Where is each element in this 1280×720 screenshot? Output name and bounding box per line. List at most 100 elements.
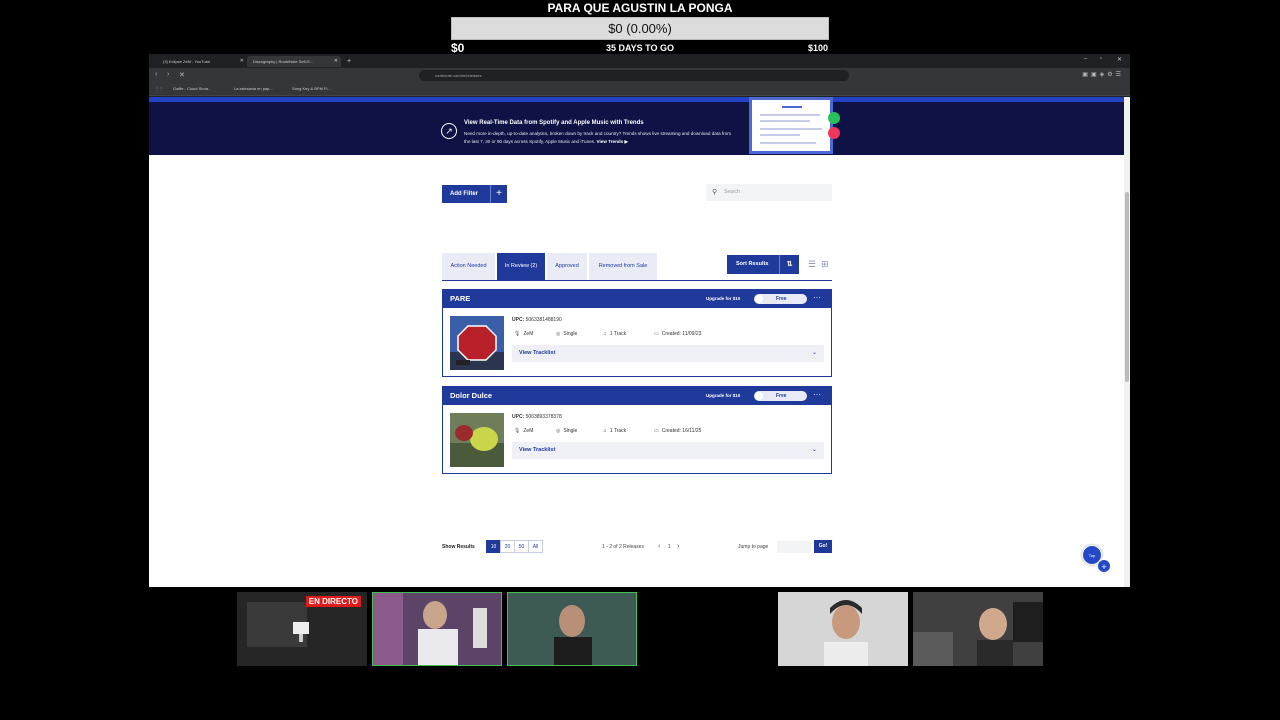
add-filter-label: Add Filter <box>450 191 478 197</box>
grid-view-icon[interactable]: ⊞ <box>821 259 829 270</box>
close-window-icon[interactable]: ✕ <box>1117 56 1122 63</box>
more-options-icon[interactable]: ··· <box>813 290 821 306</box>
goal-days-left: 35 DAYS TO GO <box>605 43 675 53</box>
webcam-image <box>508 593 636 665</box>
current-page[interactable]: 1 <box>668 540 671 554</box>
next-page-icon[interactable]: › <box>677 540 679 554</box>
plan-label: Free <box>776 296 787 302</box>
apple-music-icon <box>828 127 840 139</box>
minimize-icon[interactable]: – <box>1084 56 1087 62</box>
tab-label: Discography | RouteNote Self-S... <box>253 59 313 64</box>
back-icon[interactable]: ‹ <box>155 71 157 78</box>
close-icon[interactable]: ✕ <box>334 56 338 67</box>
artist-name: ZeM <box>523 331 534 337</box>
upc-line: UPC: 5063381488190 <box>512 317 562 323</box>
toggle-knob <box>755 295 763 303</box>
type-meta: ◎ Single <box>556 331 577 337</box>
disc-icon: ◎ <box>556 428 561 434</box>
extension-icons[interactable]: ▣▣◈⚙☰ <box>1082 71 1124 78</box>
new-tab-button[interactable]: + <box>341 56 355 67</box>
microphone-icon: 🎙 <box>514 428 521 434</box>
plan-toggle[interactable]: Free <box>754 294 807 304</box>
created-date: Created: 11/09/23 <box>661 331 702 337</box>
go-button[interactable]: Go! <box>814 540 832 553</box>
artist-meta: 🎙 ZeM <box>514 331 533 337</box>
track-count: 1 Track <box>609 331 627 337</box>
upc-value: 5063893378378 <box>525 414 562 420</box>
webcam-feed <box>778 592 908 666</box>
stop-icon[interactable]: ✕ <box>179 71 185 79</box>
disc-icon: ◎ <box>556 331 561 337</box>
view-tracklist-accordion[interactable]: View Tracklist ⌄ <box>512 442 824 459</box>
scroll-thumb[interactable] <box>1125 192 1129 382</box>
browser-toolbar: ‹ › ✕ routenote.com/rn/releases ▣▣◈⚙☰ <box>149 68 1130 84</box>
tab-youtube[interactable]: (3) Eclipse ZeM - YouTube ✕ <box>157 56 247 67</box>
goal-progress-bar: $0 (0.00%) <box>451 17 829 40</box>
sort-results-button[interactable]: Sort Results ⇅ <box>727 255 799 274</box>
search-input[interactable]: ⚲ Search <box>706 184 832 201</box>
release-title[interactable]: PARE <box>450 290 470 308</box>
search-icon: ⚲ <box>712 189 718 196</box>
webcam-image <box>373 593 501 665</box>
bookmarks-bar: ⋮⋮ Gofile - Cloud Stora... La artesania … <box>149 84 1130 96</box>
upc-label: UPC: <box>512 414 525 420</box>
tab-approved[interactable]: Approved <box>547 253 587 280</box>
release-cover-art <box>450 316 504 370</box>
artist-meta: 🎙 ZeM <box>514 428 533 434</box>
tab-in-review[interactable]: In Review (2) <box>497 253 545 280</box>
jump-to-page-input[interactable] <box>777 541 811 553</box>
search-placeholder: Search <box>724 189 740 195</box>
apps-icon[interactable]: ⋮⋮ <box>155 86 163 91</box>
prev-page-icon[interactable]: ‹ <box>658 540 660 554</box>
webcam-feed <box>372 592 502 666</box>
add-filter-button[interactable]: Add Filter + <box>442 185 507 203</box>
microphone-icon: 🎙 <box>514 331 521 337</box>
tab-removed-from-sale[interactable]: Removed from Sale <box>589 253 657 280</box>
bookmark-item[interactable]: Song Key & BPM Fi... <box>292 86 331 91</box>
plan-label: Free <box>776 393 787 399</box>
release-type: Single <box>563 331 578 337</box>
close-icon[interactable]: ✕ <box>240 56 244 67</box>
release-card-header: Dolor Dulce Upgrade for $10 Free ··· <box>443 387 831 405</box>
maximize-icon[interactable]: ▫ <box>1100 56 1102 62</box>
music-note-icon: ♫ <box>603 428 607 434</box>
stream-goal-title: PARA QUE AGUSTIN LA PONGA <box>547 1 733 15</box>
tab-strip: (3) Eclipse ZeM - YouTube ✕ Discography |… <box>149 54 1130 68</box>
page-size-20[interactable]: 20 <box>500 540 515 553</box>
forward-icon[interactable]: › <box>167 71 169 78</box>
created-meta: ▭ Created: 16/11/25 <box>654 428 701 434</box>
plus-icon: + <box>490 185 507 203</box>
more-options-icon[interactable]: ··· <box>813 387 821 403</box>
release-title[interactable]: Dolor Dulce <box>450 387 492 405</box>
page-viewport: ↗ View Real-Time Data from Spotify and A… <box>149 97 1124 587</box>
type-meta: ◎ Single <box>556 428 577 434</box>
jump-to-page-label: Jump to page <box>738 544 769 550</box>
tab-routenote[interactable]: Discography | RouteNote Self-S... ✕ <box>247 56 341 67</box>
sort-label: Sort Results <box>736 261 769 267</box>
bookmark-item[interactable]: Gofile - Cloud Stora... <box>173 86 211 91</box>
release-card: PARE Upgrade for $10 Free ··· UPC: 50633… <box>442 289 832 377</box>
release-card: Dolor Dulce Upgrade for $10 Free ··· UPC… <box>442 386 832 474</box>
pagination: Show Results 10 20 50 All 1 - 2 of 2 Rel… <box>442 540 832 554</box>
view-trends-link[interactable]: View Trends <box>597 139 624 144</box>
tab-action-needed[interactable]: Action Needed <box>442 253 495 280</box>
view-tracklist-accordion[interactable]: View Tracklist ⌄ <box>512 345 824 362</box>
plus-icon[interactable]: + <box>1097 559 1111 573</box>
plan-toggle[interactable]: Free <box>754 391 807 401</box>
bookmark-item[interactable]: La artesania en pap... <box>234 86 273 91</box>
calendar-icon: ▭ <box>654 331 659 337</box>
trends-banner[interactable]: ↗ View Real-Time Data from Spotify and A… <box>149 97 1124 155</box>
page-scrollbar[interactable] <box>1124 97 1130 587</box>
music-note-icon: ♫ <box>603 331 607 337</box>
page-size-all[interactable]: All <box>528 540 543 553</box>
webcam-feed <box>507 592 637 666</box>
webcam-image <box>913 592 1043 666</box>
spotify-icon <box>828 112 840 124</box>
page-size-50[interactable]: 50 <box>514 540 529 553</box>
browser-window: (3) Eclipse ZeM - YouTube ✕ Discography |… <box>149 54 1130 587</box>
webcam-feed: EN DIRECTO <box>237 592 367 666</box>
live-badge: EN DIRECTO <box>305 596 361 607</box>
address-bar[interactable]: routenote.com/rn/releases <box>419 70 849 81</box>
list-view-icon[interactable]: ☰ <box>808 259 816 270</box>
page-size-10[interactable]: 10 <box>486 540 501 553</box>
